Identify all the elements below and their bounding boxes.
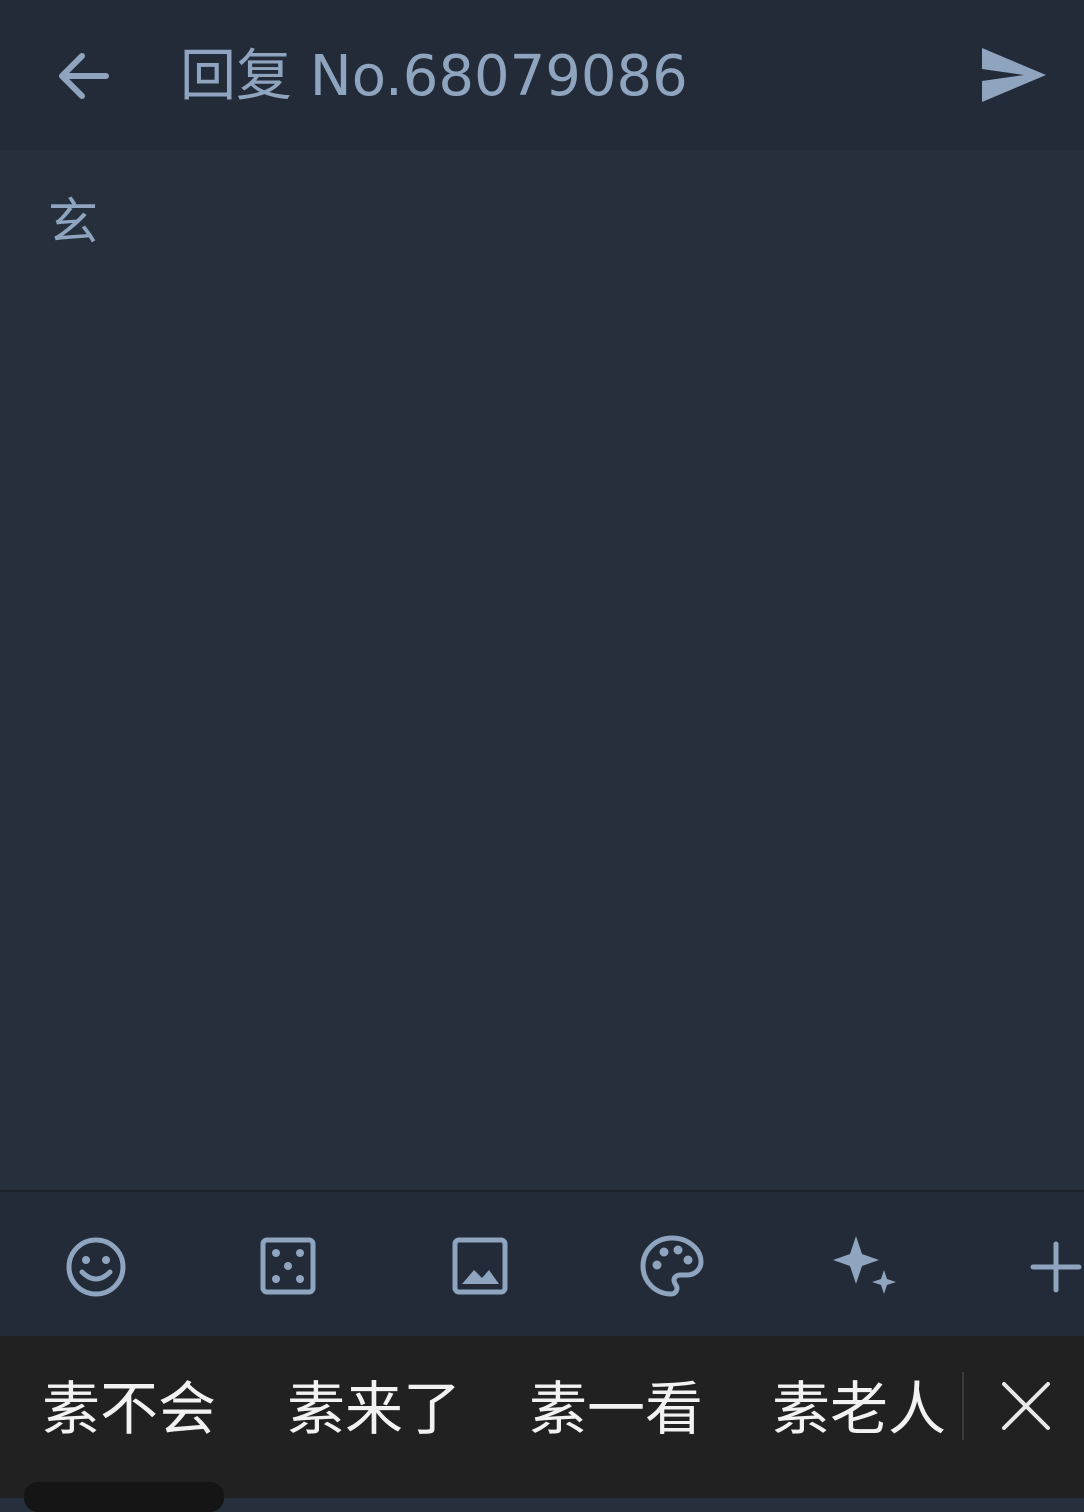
keyboard-handle — [24, 1482, 224, 1512]
plus-icon — [1030, 1241, 1082, 1293]
image-button[interactable] — [445, 1232, 515, 1302]
palette-icon — [640, 1235, 704, 1297]
close-icon — [1002, 1382, 1050, 1430]
suggestion-item[interactable]: 素不会 — [42, 1374, 216, 1444]
dice-icon — [260, 1237, 316, 1295]
palette-button[interactable] — [637, 1232, 707, 1302]
arrow-left-icon — [59, 53, 109, 99]
page-title: 回复 No.68079086 — [180, 44, 688, 109]
reply-editor[interactable]: 玄 — [0, 150, 1084, 1190]
close-suggestions-button[interactable] — [996, 1376, 1056, 1436]
sparkle-icon — [833, 1236, 896, 1294]
suggestion-item[interactable]: 素一看 — [529, 1374, 703, 1444]
compose-toolbar — [0, 1190, 1084, 1338]
suggestion-item[interactable]: 素老人 — [772, 1374, 946, 1444]
image-icon — [452, 1237, 508, 1295]
send-button[interactable] — [976, 40, 1052, 110]
more-button[interactable] — [1021, 1232, 1084, 1302]
smiley-icon — [66, 1237, 126, 1297]
suggestion-divider — [962, 1372, 964, 1440]
keyboard-suggestion-bar: 素不会 素来了 素一看 素老人 — [0, 1336, 1084, 1512]
send-icon — [982, 48, 1046, 102]
dice-button[interactable] — [253, 1232, 323, 1302]
emoji-button[interactable] — [61, 1232, 131, 1302]
sparkle-button[interactable] — [829, 1232, 899, 1302]
back-button[interactable] — [52, 44, 116, 108]
suggestion-item[interactable]: 素来了 — [287, 1374, 461, 1444]
reply-text[interactable]: 玄 — [48, 192, 98, 252]
top-app-bar: 回复 No.68079086 — [0, 0, 1084, 150]
